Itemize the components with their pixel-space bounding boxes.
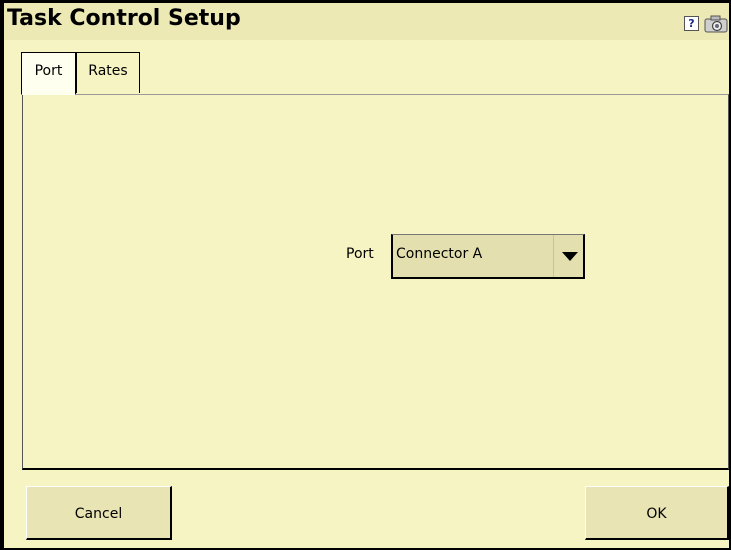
title-bar: Task Control Setup ?: [4, 0, 729, 40]
tab-panel: [22, 94, 729, 470]
ok-button[interactable]: OK: [585, 486, 729, 540]
tab-port[interactable]: Port: [21, 52, 76, 95]
port-select[interactable]: Connector A: [391, 234, 585, 279]
dropdown-divider: [553, 235, 554, 277]
tab-rates[interactable]: Rates: [76, 52, 140, 93]
camera-icon[interactable]: [703, 15, 729, 33]
chevron-down-icon[interactable]: [562, 252, 578, 261]
cancel-button[interactable]: Cancel: [26, 486, 172, 540]
port-select-value: Connector A: [396, 246, 483, 262]
window-title: Task Control Setup: [7, 6, 241, 31]
port-label: Port: [346, 246, 374, 262]
help-icon[interactable]: ?: [684, 16, 699, 31]
